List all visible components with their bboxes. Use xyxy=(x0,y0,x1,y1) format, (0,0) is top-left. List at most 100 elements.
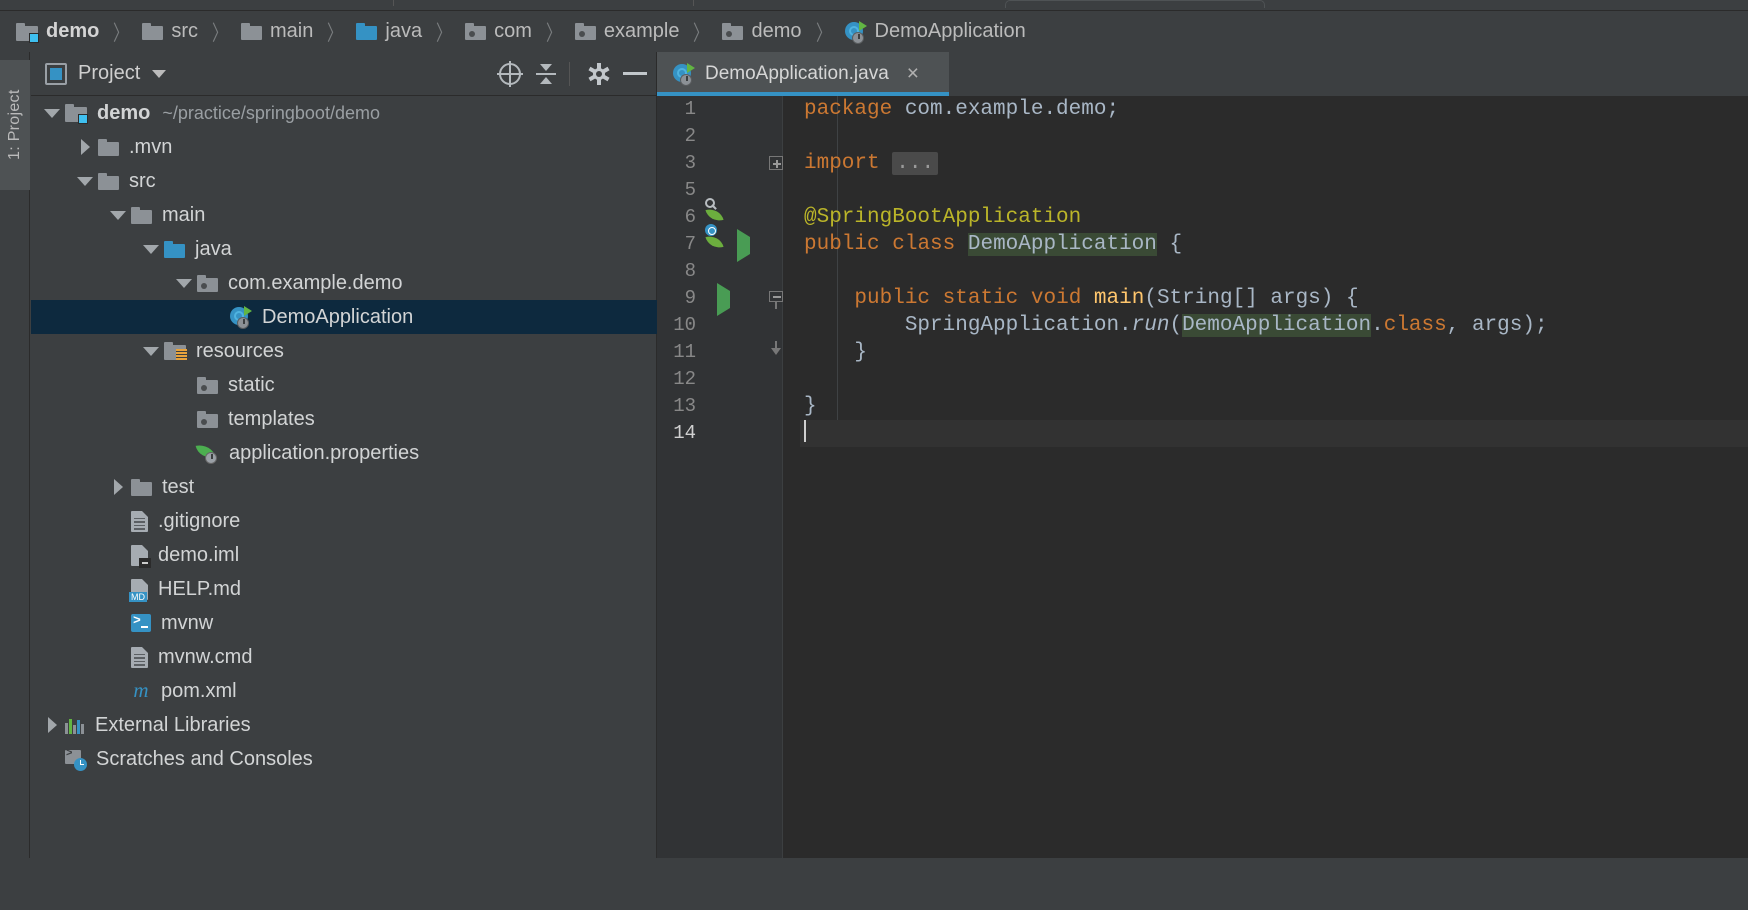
code-line[interactable]: public class DemoApplication { xyxy=(800,231,1748,258)
tree-row[interactable]: DemoApplication xyxy=(31,300,657,334)
tree-item-label: java xyxy=(195,238,232,261)
twisty-collapsed-icon[interactable] xyxy=(72,139,98,155)
twisty-expanded-icon[interactable] xyxy=(138,245,164,254)
tree-row[interactable]: MDHELP.md xyxy=(31,572,657,606)
tree-item-label: demo.iml xyxy=(158,544,239,567)
window-top-strip xyxy=(0,0,1748,10)
tree-row[interactable]: Scratches and Consoles xyxy=(31,742,657,776)
tree-row[interactable]: templates xyxy=(31,402,657,436)
gutter-line[interactable]: 1 xyxy=(657,96,782,123)
line-number: 10 xyxy=(673,312,696,339)
run-application-icon[interactable] xyxy=(737,237,750,255)
gutter-line[interactable]: 3 xyxy=(657,150,782,177)
gutter-line[interactable]: 2 xyxy=(657,123,782,150)
collapse-all-icon xyxy=(535,63,557,85)
tree-row[interactable]: demo.iml xyxy=(31,538,657,572)
tree-row[interactable]: static xyxy=(31,368,657,402)
breadcrumb-item-com[interactable]: com xyxy=(463,11,534,53)
code-line[interactable] xyxy=(800,420,1748,447)
twisty-expanded-icon[interactable] xyxy=(105,211,131,220)
project-tree[interactable]: demo~/practice/springboot/demo .mvn srcmai… xyxy=(31,96,657,858)
code-line[interactable]: import ... xyxy=(800,150,1748,177)
text-file-icon xyxy=(131,647,148,668)
code-editor[interactable]: 123567891011121314 package com.example.d… xyxy=(657,96,1748,910)
breadcrumb-item-java[interactable]: java xyxy=(354,11,424,53)
twisty-expanded-icon[interactable] xyxy=(138,347,164,356)
gutter-line[interactable]: 8 xyxy=(657,258,782,285)
breadcrumb-item-demo-pkg[interactable]: demo xyxy=(720,11,803,53)
breadcrumb-item-src[interactable]: src xyxy=(140,11,200,53)
close-icon[interactable]: × xyxy=(907,64,919,84)
twisty-expanded-icon[interactable] xyxy=(171,279,197,288)
locate-file-button[interactable] xyxy=(495,59,525,89)
tree-row[interactable]: .gitignore xyxy=(31,504,657,538)
folded-imports[interactable]: ... xyxy=(892,152,938,175)
breadcrumb-item-example[interactable]: example xyxy=(573,11,682,53)
gutter-line[interactable]: 12 xyxy=(657,366,782,393)
code-line[interactable] xyxy=(800,123,1748,150)
chevron-down-icon[interactable] xyxy=(152,70,166,78)
tree-row[interactable]: .mvn xyxy=(31,130,657,164)
gutter-line[interactable]: 5 xyxy=(657,177,782,204)
editor-gutter[interactable]: 123567891011121314 xyxy=(657,96,783,910)
tree-row[interactable]: test xyxy=(31,470,657,504)
run-method-icon[interactable] xyxy=(717,291,730,309)
tree-row[interactable]: src xyxy=(31,164,657,198)
tree-row[interactable]: java xyxy=(31,232,657,266)
tree-row[interactable]: resources xyxy=(31,334,657,368)
code-line[interactable] xyxy=(800,258,1748,285)
breadcrumb-label: DemoApplication xyxy=(875,20,1026,43)
minimize-icon xyxy=(623,72,647,75)
tree-row[interactable]: application.properties xyxy=(31,436,657,470)
code-content[interactable]: package com.example.demo; import ... @Spri… xyxy=(800,96,1748,910)
breadcrumb-item-demo[interactable]: demo xyxy=(14,11,101,53)
text-file-icon xyxy=(131,511,148,532)
collapse-all-button[interactable] xyxy=(531,59,561,89)
tree-item-label: .mvn xyxy=(129,136,172,159)
tree-row[interactable]: mvnw xyxy=(31,606,657,640)
tree-row[interactable]: External Libraries xyxy=(31,708,657,742)
code-line[interactable] xyxy=(800,366,1748,393)
code-line[interactable]: public static void main(String[] args) { xyxy=(800,285,1748,312)
twisty-collapsed-icon[interactable] xyxy=(105,479,131,495)
tree-row[interactable]: demo~/practice/springboot/demo xyxy=(31,96,657,130)
project-panel-title: Project xyxy=(78,62,140,85)
code-line[interactable]: @SpringBootApplication xyxy=(800,204,1748,231)
status-bar-area xyxy=(0,858,1748,910)
code-line[interactable]: SpringApplication.run(DemoApplication.cl… xyxy=(800,312,1748,339)
hide-panel-button[interactable] xyxy=(620,59,650,89)
folder-icon xyxy=(142,23,163,40)
gutter-line[interactable]: 13 xyxy=(657,393,782,420)
gutter-line[interactable]: 11 xyxy=(657,339,782,366)
gutter-line[interactable]: 14 xyxy=(657,420,782,447)
source-folder-icon xyxy=(164,241,185,258)
tree-item-label: test xyxy=(162,476,194,499)
code-line[interactable]: package com.example.demo; xyxy=(800,96,1748,123)
gutter-line[interactable]: 10 xyxy=(657,312,782,339)
twisty-expanded-icon[interactable] xyxy=(72,177,98,186)
gutter-line[interactable]: 6 xyxy=(657,204,782,231)
gutter-line[interactable]: 9 xyxy=(657,285,782,312)
tool-window-button-project[interactable]: 1: Project xyxy=(0,60,30,190)
text-caret xyxy=(804,420,806,442)
gutter-line[interactable]: 7 xyxy=(657,231,782,258)
fold-collapse-icon[interactable] xyxy=(769,291,783,309)
code-line[interactable] xyxy=(800,177,1748,204)
settings-button[interactable] xyxy=(584,59,614,89)
tree-row[interactable]: main xyxy=(31,198,657,232)
tree-row[interactable]: mpom.xml xyxy=(31,674,657,708)
code-line[interactable]: } xyxy=(800,393,1748,420)
breadcrumb-item-main[interactable]: main xyxy=(239,11,315,53)
fold-expand-icon[interactable] xyxy=(769,156,783,170)
folder-icon xyxy=(241,23,262,40)
code-line[interactable]: } xyxy=(800,339,1748,366)
breadcrumb-item-demoapplication[interactable]: DemoApplication xyxy=(843,11,1028,53)
tree-item-label: DemoApplication xyxy=(262,306,413,329)
twisty-collapsed-icon[interactable] xyxy=(39,717,65,733)
fold-region-end-icon[interactable] xyxy=(769,341,783,357)
tree-row[interactable]: com.example.demo xyxy=(31,266,657,300)
source-folder-icon xyxy=(356,23,377,40)
twisty-expanded-icon[interactable] xyxy=(39,109,65,118)
editor-tab-demoapplication[interactable]: DemoApplication.java × xyxy=(657,52,949,96)
tree-row[interactable]: mvnw.cmd xyxy=(31,640,657,674)
